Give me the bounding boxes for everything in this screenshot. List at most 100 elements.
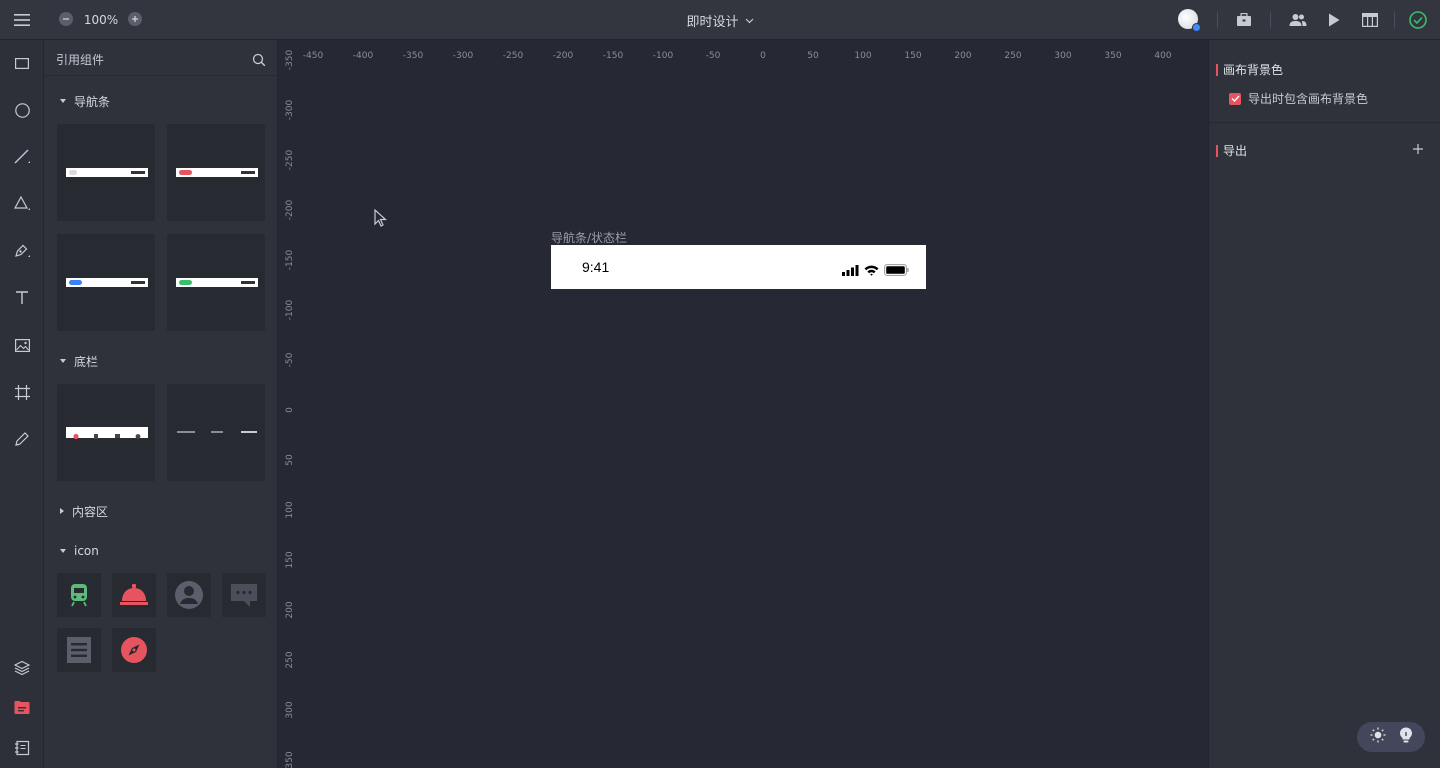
components-icon[interactable] bbox=[10, 696, 34, 720]
chat-icon[interactable] bbox=[222, 573, 266, 617]
ruler-tick-label: -350 bbox=[285, 49, 295, 71]
preview-pill bbox=[179, 280, 192, 285]
ruler-tick-label: 400 bbox=[1154, 51, 1172, 61]
train-icon[interactable] bbox=[57, 573, 101, 617]
ruler-tick-label: 100 bbox=[854, 51, 872, 61]
divider bbox=[1217, 12, 1218, 28]
rectangle-icon[interactable] bbox=[10, 51, 34, 75]
frame-icon[interactable] bbox=[10, 380, 34, 404]
panel-title: 引用组件 bbox=[56, 53, 105, 67]
toolbox-icon[interactable] bbox=[1232, 8, 1256, 32]
section-marker bbox=[1216, 144, 1218, 157]
ruler-tick-label: -150 bbox=[285, 249, 295, 271]
include-bg-checkbox-row[interactable]: 导出时包含画布背景色 bbox=[1229, 90, 1368, 107]
image-icon[interactable] bbox=[10, 333, 34, 357]
line-icon[interactable] bbox=[10, 145, 34, 169]
canvas-bg-section: 画布背景色 bbox=[1216, 61, 1283, 78]
tabbar-preview-icons bbox=[73, 433, 141, 440]
ellipse-icon[interactable] bbox=[10, 98, 34, 122]
tabbar-text-preview bbox=[177, 431, 257, 433]
signal-icon bbox=[842, 261, 859, 280]
menu-icon[interactable] bbox=[10, 8, 34, 32]
theme-help-pill bbox=[1357, 722, 1425, 752]
component-thumb-navbar-plain[interactable] bbox=[57, 124, 155, 221]
section-label: 底栏 bbox=[74, 354, 99, 369]
ruler-tick-label: -100 bbox=[652, 51, 674, 61]
triangle-icon[interactable] bbox=[10, 192, 34, 216]
ruler-tick-label: 150 bbox=[904, 51, 922, 61]
component-panel: 引用组件 导航条 底栏 内容区 icon bbox=[44, 40, 278, 768]
ruler-tick-label: 100 bbox=[285, 501, 295, 519]
pen-icon[interactable] bbox=[10, 239, 34, 263]
component-thumb-navbar-red[interactable] bbox=[167, 124, 265, 221]
zoom-out-icon[interactable] bbox=[59, 12, 73, 26]
ruler-tick-label: 200 bbox=[285, 601, 295, 619]
ruler-tick-label: -300 bbox=[285, 99, 295, 121]
play-icon[interactable] bbox=[1322, 8, 1346, 32]
ruler-tick-label: -200 bbox=[285, 199, 295, 221]
add-export-icon[interactable] bbox=[1411, 141, 1425, 155]
preview-status bbox=[241, 171, 255, 174]
battery-icon bbox=[884, 261, 909, 280]
app-window: 100% 即时设计 引用组件 导航条 底栏 内容区 icon -450 -400… bbox=[0, 0, 1440, 768]
tool-strip bbox=[0, 40, 44, 768]
section-content[interactable]: 内容区 bbox=[60, 502, 108, 520]
pencil-icon[interactable] bbox=[10, 427, 34, 451]
section-marker bbox=[1216, 63, 1218, 76]
export-section: 导出 bbox=[1216, 142, 1247, 159]
chevron-down-icon bbox=[745, 13, 754, 28]
avatar[interactable] bbox=[1178, 9, 1201, 32]
search-icon[interactable] bbox=[252, 52, 266, 67]
component-thumb-navbar-blue[interactable] bbox=[57, 234, 155, 331]
users-icon[interactable] bbox=[1286, 8, 1310, 32]
section-icon[interactable]: icon bbox=[60, 542, 99, 560]
compass-icon[interactable] bbox=[112, 628, 156, 672]
section-tabbar[interactable]: 底栏 bbox=[60, 352, 98, 370]
notes-icon[interactable] bbox=[10, 736, 34, 760]
zoom-in-icon[interactable] bbox=[128, 12, 142, 26]
canvas[interactable]: -450 -400 -350 -300 -250 -200 -150 -100 -50 0 50 10… bbox=[278, 40, 1208, 768]
navbar-preview bbox=[176, 278, 258, 287]
ruler-tick-label: 0 bbox=[760, 51, 766, 61]
frame-label[interactable]: 导航条/状态栏 bbox=[551, 229, 627, 246]
caret-down-icon bbox=[60, 549, 66, 553]
component-thumb-tabbar-icons[interactable] bbox=[57, 384, 155, 481]
zoom-level[interactable]: 100% bbox=[80, 11, 122, 29]
section-navbar[interactable]: 导航条 bbox=[60, 92, 110, 110]
ruler-tick-label: -400 bbox=[352, 51, 374, 61]
ruler-tick-label: -250 bbox=[285, 149, 295, 171]
component-thumb-tabbar-text[interactable] bbox=[167, 384, 265, 481]
ruler-tick-label: -50 bbox=[705, 51, 721, 61]
ruler-tick-label: -250 bbox=[502, 51, 524, 61]
text-icon[interactable] bbox=[10, 286, 34, 310]
ruler-tick-label: -50 bbox=[285, 352, 295, 368]
include-bg-checkbox[interactable] bbox=[1229, 92, 1241, 105]
user-circle-icon[interactable] bbox=[167, 573, 211, 617]
component-thumb-navbar-green[interactable] bbox=[167, 234, 265, 331]
ruler-tick-label: 150 bbox=[285, 551, 295, 569]
cursor-icon bbox=[374, 208, 388, 227]
layout-icon[interactable] bbox=[1358, 8, 1382, 32]
sun-icon[interactable] bbox=[1370, 727, 1386, 747]
preview-status bbox=[131, 281, 145, 284]
ruler-tick-label: 0 bbox=[285, 407, 295, 413]
document-icon[interactable] bbox=[57, 628, 101, 672]
preview-pill bbox=[69, 170, 77, 175]
vertical-ruler: -350 -300 -250 -200 -150 -100 -50 0 50 100 150 200 2… bbox=[278, 40, 306, 768]
wifi-icon bbox=[864, 261, 879, 280]
top-bar: 100% 即时设计 bbox=[0, 0, 1440, 40]
preview-status bbox=[131, 171, 145, 174]
bell-service-icon[interactable] bbox=[112, 573, 156, 617]
divider bbox=[1394, 12, 1395, 28]
check-circle-icon[interactable] bbox=[1406, 8, 1430, 32]
document-title[interactable]: 即时设计 bbox=[640, 10, 800, 30]
caret-down-icon bbox=[60, 99, 66, 103]
preview-pill bbox=[69, 280, 82, 285]
layers-icon[interactable] bbox=[10, 656, 34, 680]
lightbulb-icon[interactable] bbox=[1399, 727, 1413, 747]
divider bbox=[1270, 12, 1271, 28]
include-bg-label: 导出时包含画布背景色 bbox=[1248, 92, 1369, 106]
ruler-tick-label: 50 bbox=[807, 51, 819, 61]
ruler-tick-label: 350 bbox=[1104, 51, 1122, 61]
status-bar-frame[interactable]: 9:41 bbox=[551, 245, 926, 289]
